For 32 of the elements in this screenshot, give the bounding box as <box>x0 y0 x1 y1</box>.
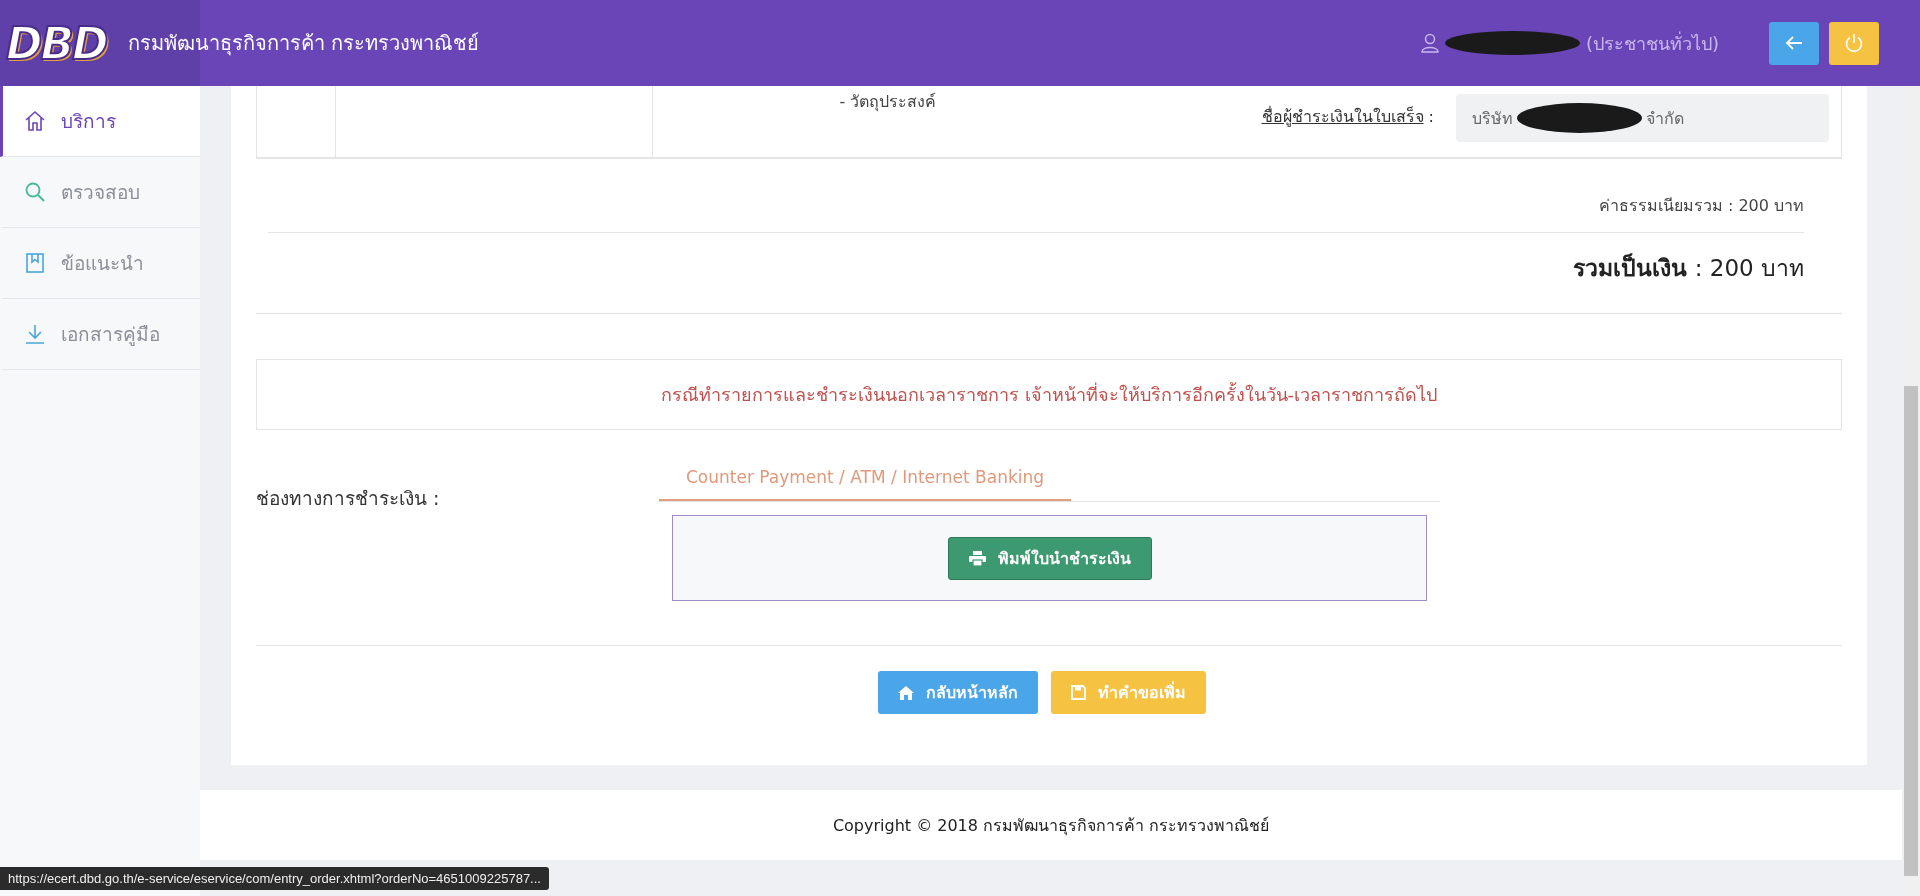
notice-text: กรณีทำรายการและชำระเงินนอกเวลาราชการ เจ้าหน้าที่จะให้บริการอีกครั้งในวัน-เวลาราชการถัดไป <box>660 381 1438 407</box>
grand-total-text: รวมเป็นเงิน : 200 บาท <box>1573 255 1804 281</box>
sidebar-item[interactable]: ข้อแนะนำ <box>0 228 200 299</box>
search-icon <box>23 180 47 204</box>
logout-button[interactable] <box>1829 21 1879 65</box>
scrollbar[interactable] <box>1902 86 1920 896</box>
payment-channel-label: ช่องทางการชำระเงิน : <box>256 486 441 511</box>
logo: DBD <box>5 17 107 69</box>
bookmark-icon <box>23 251 47 275</box>
site-title: กรมพัฒนาธุรกิจการค้า กระทรวงพาณิชย์ <box>128 30 480 58</box>
payer-name-field[interactable]: บริษัท จำกัด <box>1456 94 1829 142</box>
payer-name-label: ชื่อผู้ชำระเงินในใบเสร็จ : <box>1261 105 1434 129</box>
power-icon <box>1844 33 1864 53</box>
payment-tab[interactable]: Counter Payment / ATM / Internet Banking <box>659 455 1071 501</box>
fee-total-text: ค่าธรรมเนียมรวม : 200 บาท <box>1598 196 1804 215</box>
home-icon <box>897 685 914 700</box>
download-icon <box>23 322 47 346</box>
user-role: (ประชาชนทั่วไป) <box>1585 30 1719 56</box>
sidebar-item[interactable]: บริการ <box>0 86 200 157</box>
new-request-button[interactable]: ทำคำขอเพิ่ม <box>1050 671 1206 714</box>
printer-icon <box>968 550 986 566</box>
status-bar-url: https://ecert.dbd.go.th/e-service/eservice/com/entry_order.xhtml?orderNo=4651009225787... <box>0 867 549 890</box>
back-button[interactable] <box>1769 21 1819 65</box>
print-button[interactable]: พิมพ์ใบนำชำระเงิน <box>947 536 1152 580</box>
home-button[interactable]: กลับหน้าหลัก <box>877 671 1038 714</box>
copyright-text: Copyright © 2018 กรมพัฒนาธุรกิจการค้า กระทรวงพาณิชย์ <box>832 814 1270 838</box>
sidebar-item[interactable]: ตรวจสอบ <box>0 157 200 228</box>
user-icon <box>1420 33 1439 53</box>
left-arrow-icon <box>1785 35 1803 51</box>
home-icon <box>23 109 47 133</box>
sidebar-item[interactable]: เอกสารคู่มือ <box>0 299 200 370</box>
purpose-text: - วัตถุประสงค์ <box>838 91 938 114</box>
